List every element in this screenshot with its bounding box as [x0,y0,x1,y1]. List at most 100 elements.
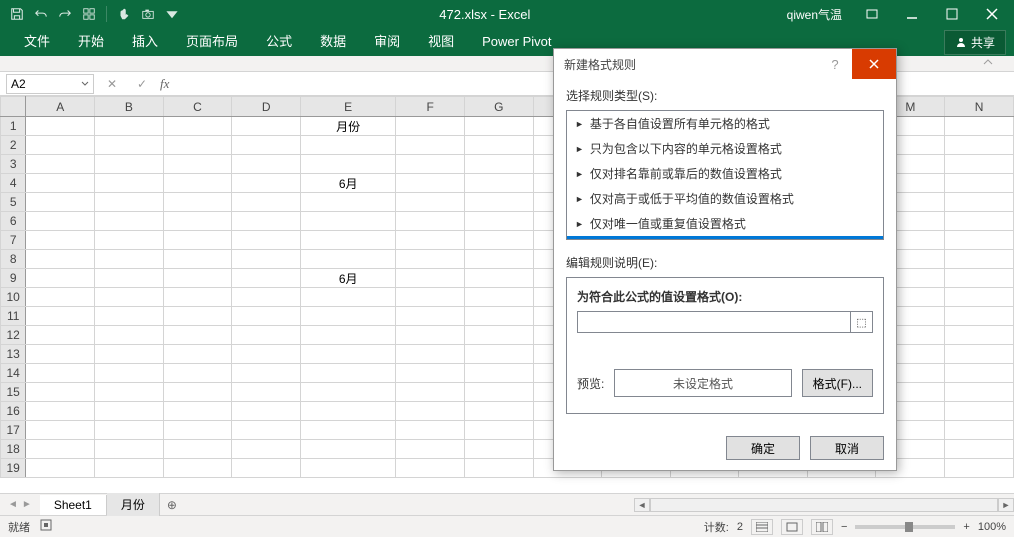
cell[interactable] [396,231,465,250]
cell[interactable] [232,288,301,307]
cell[interactable] [26,307,95,326]
cell[interactable] [26,174,95,193]
cell[interactable] [163,459,232,478]
row-header[interactable]: 3 [1,155,26,174]
cell[interactable] [232,155,301,174]
cell[interactable] [396,326,465,345]
undo-icon[interactable] [30,3,52,25]
cell[interactable] [301,326,396,345]
macro-record-icon[interactable] [40,519,52,534]
range-picker-icon[interactable]: ⬚ [851,311,873,333]
normal-view-icon[interactable] [751,519,773,535]
cell[interactable] [26,288,95,307]
cell[interactable] [301,364,396,383]
cell[interactable] [232,364,301,383]
touch-mode-icon[interactable] [113,3,135,25]
tab-file[interactable]: 文件 [10,28,64,56]
cell[interactable] [464,250,533,269]
cell[interactable] [301,307,396,326]
cell[interactable] [26,250,95,269]
dialog-help-icon[interactable]: ? [818,49,852,79]
cell[interactable] [396,174,465,193]
cell[interactable] [95,402,164,421]
row-header[interactable]: 9 [1,269,26,288]
cell[interactable] [163,231,232,250]
cell[interactable] [232,136,301,155]
cell[interactable] [95,459,164,478]
cell[interactable] [464,421,533,440]
cell[interactable] [163,288,232,307]
cell[interactable] [232,117,301,136]
cell[interactable] [232,250,301,269]
cell[interactable] [163,402,232,421]
share-button[interactable]: 共享 [944,30,1006,55]
minimize-icon[interactable] [894,0,930,28]
sheet-tab[interactable]: Sheet1 [40,495,107,515]
cell[interactable] [232,212,301,231]
rule-type-item[interactable]: ►仅对排名靠前或靠后的数值设置格式 [567,161,883,186]
cell[interactable] [396,345,465,364]
row-header[interactable]: 5 [1,193,26,212]
cell[interactable] [163,136,232,155]
user-name[interactable]: qiwen气温 [787,6,842,23]
row-header[interactable]: 12 [1,326,26,345]
cell[interactable] [232,269,301,288]
cell[interactable] [396,307,465,326]
cell[interactable] [26,117,95,136]
rule-formula-input[interactable] [577,311,851,333]
cell[interactable] [232,193,301,212]
row-header[interactable]: 13 [1,345,26,364]
cell[interactable] [945,345,1014,364]
cell[interactable] [396,383,465,402]
cancel-formula-icon[interactable]: ✕ [100,74,124,94]
cell[interactable] [95,212,164,231]
row-header[interactable]: 10 [1,288,26,307]
row-header[interactable]: 1 [1,117,26,136]
cell[interactable] [945,174,1014,193]
cell[interactable] [945,402,1014,421]
cell[interactable] [26,345,95,364]
rule-type-item[interactable]: ►基于各自值设置所有单元格的格式 [567,111,883,136]
cell[interactable] [301,459,396,478]
rule-type-item[interactable]: ►仅对高于或低于平均值的数值设置格式 [567,186,883,211]
cell[interactable] [945,459,1014,478]
cell[interactable] [26,231,95,250]
cell[interactable] [232,231,301,250]
cell[interactable] [464,345,533,364]
cell[interactable] [464,193,533,212]
tab-home[interactable]: 开始 [64,28,118,56]
sheet-nav[interactable]: ◄► [0,499,40,510]
cell[interactable] [232,383,301,402]
cell[interactable] [396,288,465,307]
cell[interactable] [945,136,1014,155]
column-header[interactable]: N [945,97,1014,117]
column-header[interactable]: D [232,97,301,117]
page-layout-view-icon[interactable] [781,519,803,535]
format-button[interactable]: 格式(F)... [802,369,873,397]
cell[interactable] [95,326,164,345]
cell[interactable] [95,421,164,440]
cell[interactable] [464,402,533,421]
cell[interactable] [301,212,396,231]
cell[interactable] [95,136,164,155]
cell[interactable] [163,440,232,459]
cell[interactable] [396,440,465,459]
row-header[interactable]: 4 [1,174,26,193]
cell[interactable] [95,174,164,193]
cell[interactable]: 月份 [301,117,396,136]
cell[interactable] [464,117,533,136]
cell[interactable] [232,421,301,440]
tab-data[interactable]: 数据 [306,28,360,56]
row-header[interactable]: 18 [1,440,26,459]
row-header[interactable]: 17 [1,421,26,440]
cell[interactable] [163,269,232,288]
cell[interactable] [464,231,533,250]
qat-dropdown-icon[interactable] [161,3,183,25]
tab-powerpivot[interactable]: Power Pivot [468,28,565,56]
cell[interactable] [95,288,164,307]
cell[interactable] [26,136,95,155]
cell[interactable] [301,231,396,250]
zoom-level[interactable]: 100% [978,521,1006,533]
cell[interactable] [396,155,465,174]
tab-formulas[interactable]: 公式 [252,28,306,56]
